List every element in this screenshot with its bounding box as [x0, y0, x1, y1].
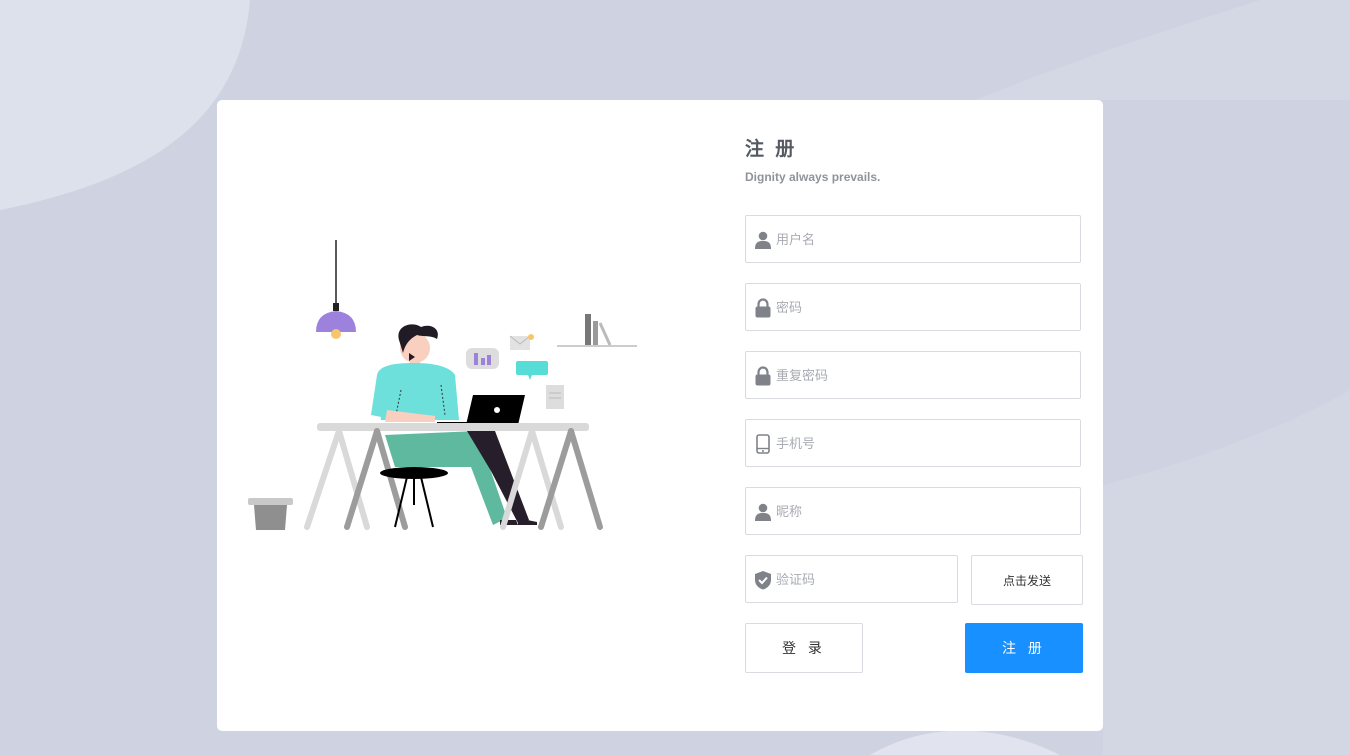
password-field[interactable]	[745, 283, 1081, 331]
register-card: 注 册 Dignity always prevails. 用户名 手机号 昵称 …	[217, 100, 1103, 731]
shield-check-icon	[755, 571, 771, 590]
repeat-password-input[interactable]	[776, 352, 1066, 398]
username-input[interactable]	[776, 216, 1066, 262]
register-form: 注 册 Dignity always prevails. 用户名 手机号 昵称 …	[745, 138, 1083, 673]
nickname-input[interactable]	[776, 488, 1066, 534]
lock-icon	[755, 366, 771, 386]
register-button[interactable]: 注 册	[965, 623, 1083, 673]
workspace-illustration	[248, 240, 637, 530]
form-subtitle: Dignity always prevails.	[745, 170, 881, 184]
form-title: 注 册	[745, 139, 798, 160]
send-code-button[interactable]: 点击发送	[971, 555, 1083, 605]
user-icon	[755, 231, 771, 249]
repeat-password-field[interactable]	[745, 351, 1081, 399]
captcha-field[interactable]	[745, 555, 958, 603]
phone-input[interactable]	[776, 420, 1066, 466]
user-icon	[755, 503, 771, 521]
phone-icon	[756, 434, 770, 454]
password-input[interactable]	[776, 284, 1066, 330]
username-field[interactable]	[745, 215, 1081, 263]
login-button[interactable]: 登 录	[745, 623, 863, 673]
lock-icon	[755, 298, 771, 318]
captcha-input[interactable]	[776, 556, 946, 602]
phone-field[interactable]	[745, 419, 1081, 467]
nickname-field[interactable]	[745, 487, 1081, 535]
